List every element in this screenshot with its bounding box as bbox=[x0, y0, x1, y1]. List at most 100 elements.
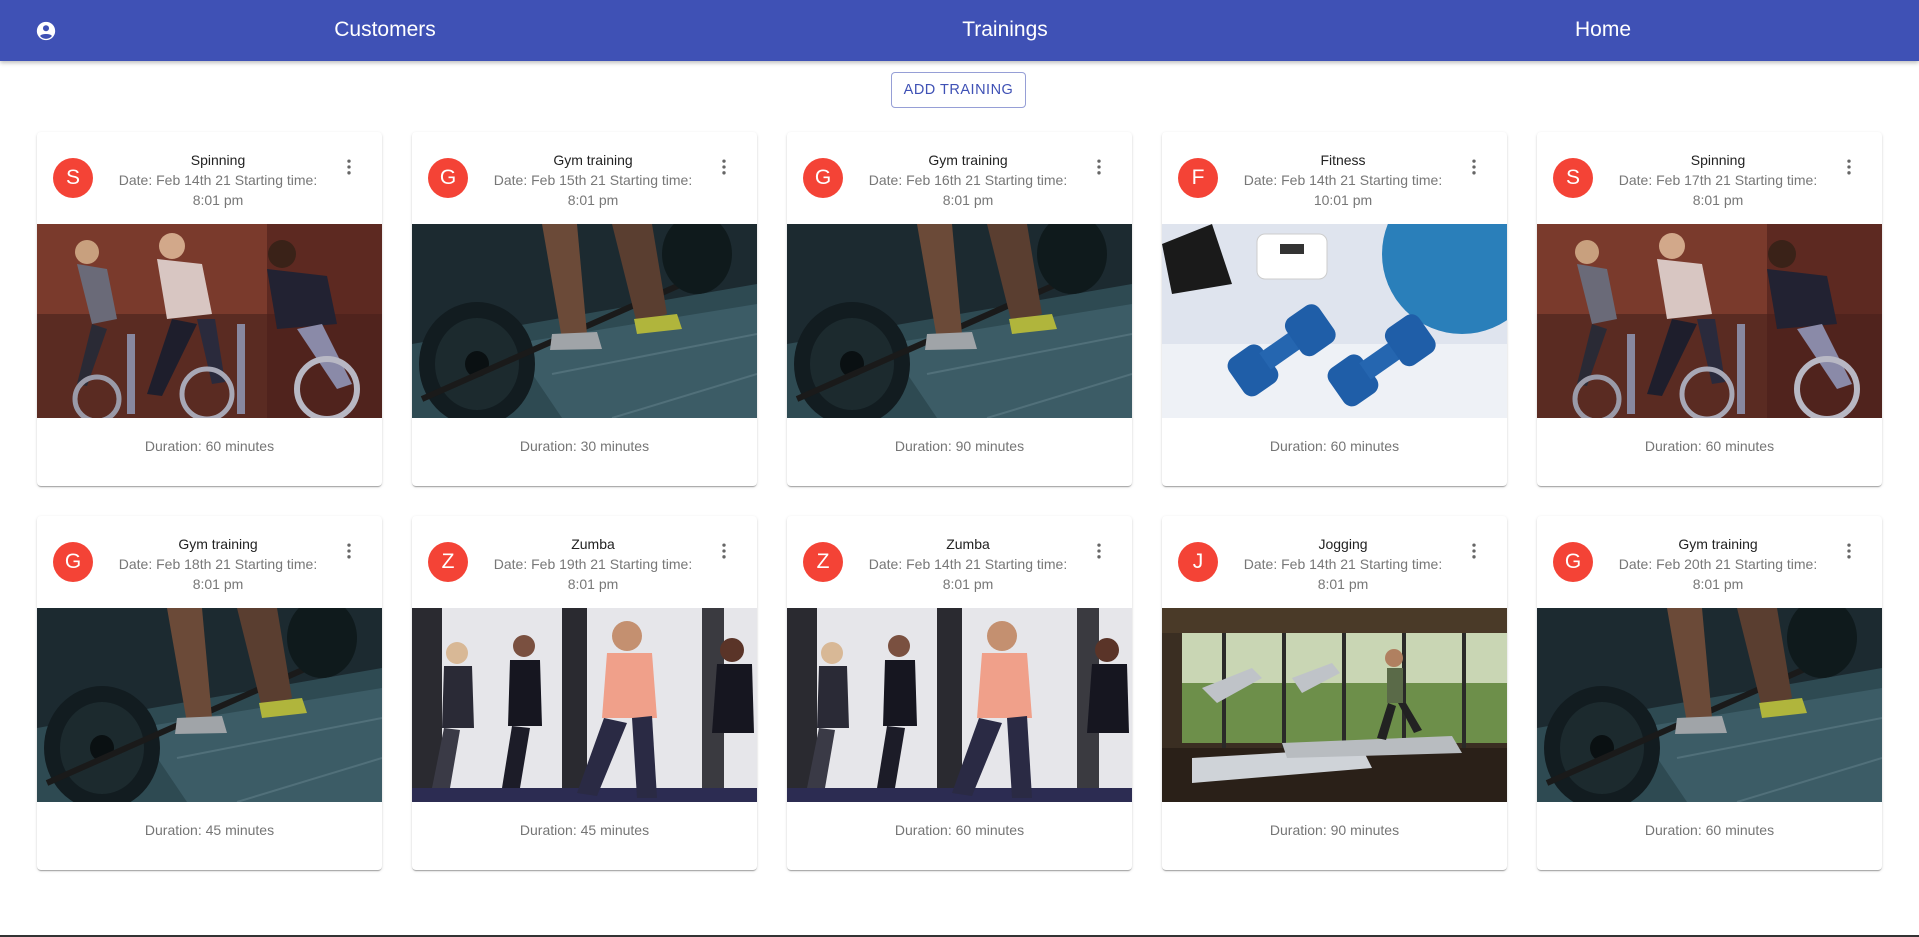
card-header-text: Gym training Date: Feb 15th 21 Starting … bbox=[484, 150, 702, 210]
card-date: Date: Feb 14th 21 Starting time: bbox=[1243, 556, 1443, 572]
card-title: Gym training bbox=[553, 152, 633, 168]
more-vert-icon bbox=[1097, 543, 1101, 559]
avatar: Z bbox=[803, 542, 843, 582]
card-date: Date: Feb 20th 21 Starting time: bbox=[1618, 556, 1818, 572]
add-training-button[interactable]: ADD TRAINING bbox=[891, 72, 1026, 108]
card-time: 8:01 pm bbox=[192, 576, 244, 592]
nav-trainings[interactable]: Trainings bbox=[855, 0, 1155, 61]
avatar-letter: G bbox=[814, 166, 832, 189]
card-header-text: Zumba Date: Feb 14th 21 Starting time: 8… bbox=[859, 534, 1077, 594]
card-title: Spinning bbox=[190, 152, 246, 168]
card-header: S Spinning Date: Feb 17th 21 Starting ti… bbox=[1537, 132, 1882, 224]
card-time: 10:01 pm bbox=[1313, 192, 1373, 208]
more-vert-icon bbox=[722, 543, 726, 559]
avatar-letter: S bbox=[65, 166, 80, 189]
card-header-text: Spinning Date: Feb 14th 21 Starting time… bbox=[109, 150, 327, 210]
training-card: Z Zumba Date: Feb 14th 21 Starting time:… bbox=[787, 516, 1132, 870]
training-card: S Spinning Date: Feb 17th 21 Starting ti… bbox=[1537, 132, 1882, 486]
avatar: G bbox=[428, 158, 468, 198]
spinning-photo bbox=[1537, 224, 1882, 418]
more-options-button[interactable] bbox=[1082, 150, 1116, 184]
more-vert-icon bbox=[1097, 159, 1101, 175]
more-vert-icon bbox=[1847, 159, 1851, 175]
app-bar: Customers Trainings Home bbox=[0, 0, 1919, 61]
zumba-photo bbox=[787, 608, 1132, 802]
card-duration: Duration: 90 minutes bbox=[1269, 822, 1400, 838]
account-button[interactable] bbox=[28, 13, 64, 49]
card-title: Zumba bbox=[946, 536, 990, 552]
card-time: 8:01 pm bbox=[942, 576, 994, 592]
avatar-letter: F bbox=[1191, 166, 1205, 189]
training-card: G Gym training Date: Feb 20th 21 Startin… bbox=[1537, 516, 1882, 870]
more-options-button[interactable] bbox=[332, 534, 366, 568]
more-vert-icon bbox=[1847, 543, 1851, 559]
gym-photo bbox=[1537, 608, 1882, 802]
training-card: G Gym training Date: Feb 15th 21 Startin… bbox=[412, 132, 757, 486]
card-title: Gym training bbox=[928, 152, 1008, 168]
card-date: Date: Feb 16th 21 Starting time: bbox=[868, 172, 1068, 188]
card-header: G Gym training Date: Feb 16th 21 Startin… bbox=[787, 132, 1132, 224]
card-duration: Duration: 60 minutes bbox=[144, 438, 275, 454]
card-header: Z Zumba Date: Feb 19th 21 Starting time:… bbox=[412, 516, 757, 608]
card-time: 8:01 pm bbox=[567, 576, 619, 592]
avatar-letter: G bbox=[439, 166, 457, 189]
avatar-letter: Z bbox=[441, 550, 455, 573]
gym-photo bbox=[412, 224, 757, 418]
training-card: J Jogging Date: Feb 14th 21 Starting tim… bbox=[1162, 516, 1507, 870]
more-options-button[interactable] bbox=[1832, 150, 1866, 184]
card-header: G Gym training Date: Feb 18th 21 Startin… bbox=[37, 516, 382, 608]
card-header-text: Jogging Date: Feb 14th 21 Starting time:… bbox=[1234, 534, 1452, 594]
more-options-button[interactable] bbox=[707, 150, 741, 184]
avatar: J bbox=[1178, 542, 1218, 582]
card-duration: Duration: 90 minutes bbox=[894, 438, 1025, 454]
card-date: Date: Feb 17th 21 Starting time: bbox=[1618, 172, 1818, 188]
card-date: Date: Feb 14th 21 Starting time: bbox=[1243, 172, 1443, 188]
avatar: S bbox=[53, 158, 93, 198]
avatar: G bbox=[1553, 542, 1593, 582]
gym-photo bbox=[37, 608, 382, 802]
nav-home[interactable]: Home bbox=[1453, 0, 1753, 61]
training-card: S Spinning Date: Feb 14th 21 Starting ti… bbox=[37, 132, 382, 486]
avatar-letter: J bbox=[1192, 550, 1204, 573]
more-options-button[interactable] bbox=[332, 150, 366, 184]
training-card: G Gym training Date: Feb 16th 21 Startin… bbox=[787, 132, 1132, 486]
card-header: S Spinning Date: Feb 14th 21 Starting ti… bbox=[37, 132, 382, 224]
card-title: Spinning bbox=[1690, 152, 1746, 168]
card-date: Date: Feb 14th 21 Starting time: bbox=[868, 556, 1068, 572]
card-title: Jogging bbox=[1318, 536, 1368, 552]
more-vert-icon bbox=[1472, 159, 1476, 175]
card-header: G Gym training Date: Feb 15th 21 Startin… bbox=[412, 132, 757, 224]
more-vert-icon bbox=[1472, 543, 1476, 559]
more-options-button[interactable] bbox=[1832, 534, 1866, 568]
card-duration: Duration: 45 minutes bbox=[144, 822, 275, 838]
gym-photo bbox=[787, 224, 1132, 418]
card-title: Gym training bbox=[178, 536, 258, 552]
card-date: Date: Feb 18th 21 Starting time: bbox=[118, 556, 318, 572]
more-options-button[interactable] bbox=[1457, 534, 1491, 568]
card-title: Gym training bbox=[1678, 536, 1758, 552]
avatar: Z bbox=[428, 542, 468, 582]
card-date: Date: Feb 19th 21 Starting time: bbox=[493, 556, 693, 572]
card-header-text: Spinning Date: Feb 17th 21 Starting time… bbox=[1609, 150, 1827, 210]
card-header-text: Gym training Date: Feb 20th 21 Starting … bbox=[1609, 534, 1827, 594]
card-header: G Gym training Date: Feb 20th 21 Startin… bbox=[1537, 516, 1882, 608]
account-circle-icon bbox=[36, 21, 56, 41]
spinning-photo bbox=[37, 224, 382, 418]
avatar-letter: Z bbox=[816, 550, 830, 573]
avatar-letter: G bbox=[1564, 550, 1582, 573]
card-duration: Duration: 60 minutes bbox=[1644, 438, 1775, 454]
more-vert-icon bbox=[722, 159, 726, 175]
avatar: F bbox=[1178, 158, 1218, 198]
more-options-button[interactable] bbox=[707, 534, 741, 568]
card-header: J Jogging Date: Feb 14th 21 Starting tim… bbox=[1162, 516, 1507, 608]
card-duration: Duration: 60 minutes bbox=[1644, 822, 1775, 838]
card-title: Zumba bbox=[571, 536, 615, 552]
more-vert-icon bbox=[347, 159, 351, 175]
card-time: 8:01 pm bbox=[1692, 192, 1744, 208]
more-options-button[interactable] bbox=[1457, 150, 1491, 184]
nav-customers[interactable]: Customers bbox=[235, 0, 535, 61]
more-options-button[interactable] bbox=[1082, 534, 1116, 568]
avatar-letter: G bbox=[64, 550, 82, 573]
jogging-photo bbox=[1162, 608, 1507, 802]
card-header-text: Zumba Date: Feb 19th 21 Starting time: 8… bbox=[484, 534, 702, 594]
